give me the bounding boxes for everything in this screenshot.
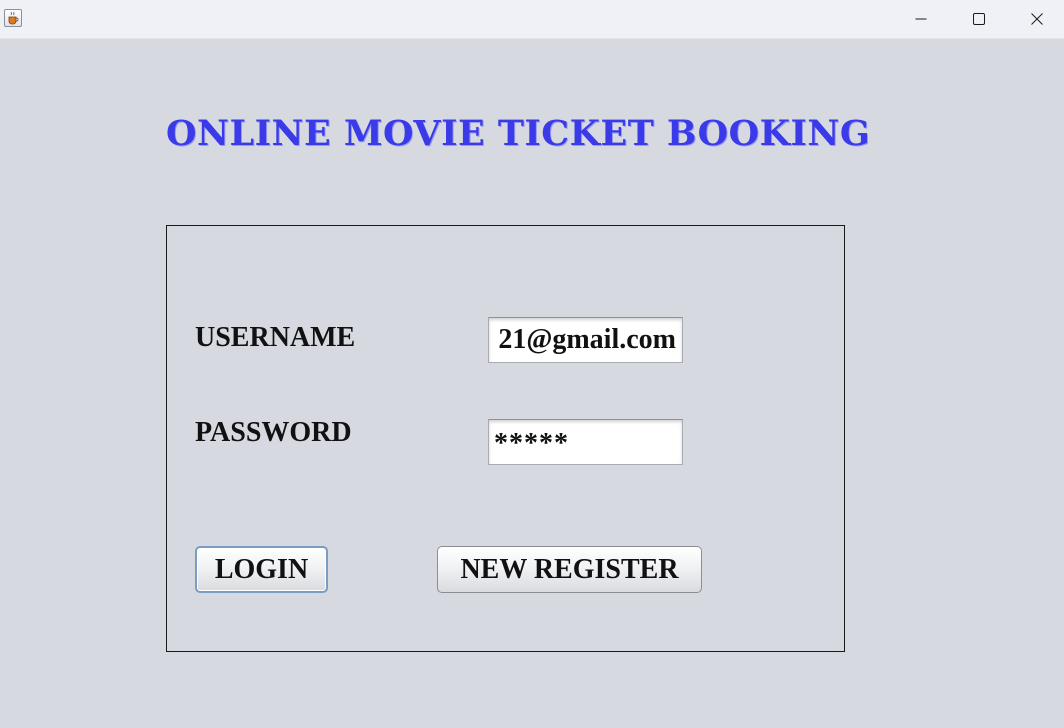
password-label: PASSWORD (195, 417, 352, 448)
password-field[interactable]: ***** (488, 419, 683, 465)
maximize-icon (973, 13, 985, 25)
new-register-button[interactable]: NEW REGISTER (437, 546, 702, 593)
minimize-icon (915, 18, 927, 20)
close-icon (1031, 13, 1043, 25)
java-coffee-icon[interactable] (4, 9, 22, 27)
username-field[interactable]: 21@gmail.com (488, 317, 683, 363)
close-button[interactable] (1008, 0, 1064, 38)
password-value: ***** (494, 428, 569, 459)
login-button[interactable]: LOGIN (195, 546, 328, 593)
login-panel: USERNAME 21@gmail.com PASSWORD ***** LOG… (166, 225, 845, 652)
app-window: ONLINE MOVIE TICKET BOOKING USERNAME 21@… (0, 0, 1064, 728)
page-title: ONLINE MOVIE TICKET BOOKING (166, 113, 871, 154)
minimize-button[interactable] (892, 0, 950, 38)
username-label: USERNAME (195, 322, 356, 353)
maximize-button[interactable] (950, 0, 1008, 38)
title-bar[interactable] (0, 0, 1064, 39)
username-value: 21@gmail.com (498, 324, 676, 355)
